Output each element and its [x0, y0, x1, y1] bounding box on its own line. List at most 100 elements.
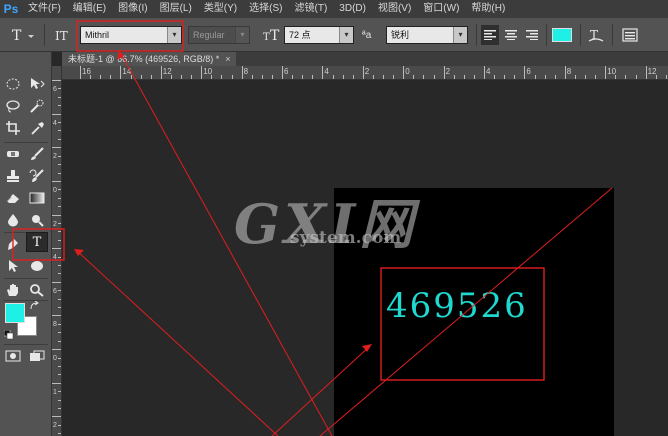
- marquee-icon: [6, 78, 20, 90]
- shape-tool[interactable]: [26, 256, 48, 276]
- character-panel-button[interactable]: [622, 18, 638, 52]
- ruler-tick: [534, 75, 536, 79]
- quick-select-icon: [30, 99, 44, 113]
- ruler-tick: [58, 130, 61, 132]
- ruler-tick: [90, 75, 92, 79]
- ruler-tick: [372, 75, 374, 79]
- ruler-tick: [52, 416, 61, 418]
- ruler-tick: [120, 66, 122, 79]
- dodge-tool[interactable]: [26, 210, 48, 230]
- ruler-tick: [58, 323, 61, 325]
- ruler-tick: [191, 75, 193, 79]
- font-style-value: Regular: [193, 30, 225, 40]
- ruler-tick: [393, 75, 395, 79]
- ruler-tick-label: 8: [53, 321, 57, 329]
- move-icon: [31, 78, 45, 89]
- lasso-icon: [6, 100, 20, 113]
- ruler-tick: [322, 66, 324, 79]
- pen-tool[interactable]: [2, 234, 24, 254]
- zoom-tool[interactable]: [26, 280, 48, 300]
- menu-3d[interactable]: 3D(D): [333, 0, 372, 18]
- menu-view[interactable]: 视图(V): [372, 0, 417, 18]
- gradient-tool[interactable]: [26, 188, 48, 208]
- text-layer-469526[interactable]: 469526: [386, 286, 528, 326]
- font-style-select[interactable]: Regular ▾: [188, 26, 250, 44]
- eraser-tool[interactable]: [2, 188, 24, 208]
- menu-select[interactable]: 选择(S): [243, 0, 288, 18]
- crop-tool[interactable]: [2, 118, 24, 138]
- ruler-tick: [58, 407, 61, 409]
- ruler-tick: [52, 147, 61, 149]
- horizontal-type-tool[interactable]: T: [26, 232, 48, 252]
- crop-icon: [6, 121, 20, 135]
- blur-icon: [8, 214, 18, 227]
- menu-type[interactable]: 类型(Y): [198, 0, 243, 18]
- ruler-tick: [524, 66, 526, 79]
- menu-window[interactable]: 窗口(W): [417, 0, 465, 18]
- antialias-icon: ªa: [362, 29, 372, 41]
- toolbox-divider: [4, 142, 48, 143]
- eyedropper-tool[interactable]: [26, 118, 48, 138]
- ruler-tick: [52, 180, 61, 182]
- ruler-tick: [665, 75, 667, 79]
- ruler-tick: [58, 340, 61, 342]
- path-selection-tool[interactable]: [2, 256, 24, 276]
- document-tab-title: 未标题-1 @ 66.7% (469526, RGB/8) *: [68, 54, 220, 64]
- document-tab[interactable]: 未标题-1 @ 66.7% (469526, RGB/8) * ×: [62, 52, 237, 66]
- ruler-tick: [463, 75, 465, 79]
- ruler-tick: [52, 281, 61, 283]
- hand-icon: [7, 284, 18, 296]
- menu-file[interactable]: 文件(F): [22, 0, 67, 18]
- ruler-tick: [58, 172, 61, 174]
- ruler-tick: [615, 75, 617, 79]
- ruler-tick: [413, 75, 415, 79]
- eyedropper-icon: [31, 122, 44, 135]
- menu-layer[interactable]: 图层(L): [154, 0, 198, 18]
- move-tool[interactable]: [26, 74, 48, 94]
- menu-edit[interactable]: 编辑(E): [67, 0, 112, 18]
- canvas-area[interactable]: 469526 GXI网 system.com: [62, 80, 668, 436]
- warp-text-button[interactable]: T: [588, 18, 604, 52]
- ruler-tick: [58, 433, 61, 435]
- quick-select-tool[interactable]: [26, 96, 48, 116]
- default-colors-icon[interactable]: [3, 329, 14, 343]
- clone-stamp-tool[interactable]: [2, 166, 24, 186]
- ruler-tick-label: 4: [324, 67, 329, 76]
- align-center-button[interactable]: [502, 18, 520, 52]
- quick-mask-button[interactable]: [2, 346, 24, 366]
- toolbox-divider: [4, 300, 48, 301]
- menu-help[interactable]: 帮助(H): [465, 0, 511, 18]
- close-icon[interactable]: ×: [225, 54, 230, 64]
- font-family-select[interactable]: Mithril ▾: [80, 26, 182, 44]
- antialias-select[interactable]: 锐利 ▾: [386, 26, 468, 44]
- menu-image[interactable]: 图像(I): [112, 0, 153, 18]
- text-color-swatch[interactable]: [552, 28, 572, 42]
- quick-mask-icon: [5, 350, 21, 362]
- ruler-tick: [58, 374, 61, 376]
- pen-icon: [8, 239, 18, 250]
- align-right-button[interactable]: [523, 18, 541, 52]
- ruler-tick: [201, 66, 203, 79]
- marquee-tool[interactable]: [2, 74, 24, 94]
- healing-brush-tool[interactable]: [2, 144, 24, 164]
- foreground-color-swatch[interactable]: [5, 303, 25, 323]
- ruler-tick-label: 4: [486, 67, 491, 76]
- hand-tool[interactable]: [2, 280, 24, 300]
- history-brush-tool[interactable]: [26, 166, 48, 186]
- lasso-tool[interactable]: [2, 96, 24, 116]
- font-size-select[interactable]: 72 点 ▾: [284, 26, 354, 44]
- toolbox: T: [0, 52, 52, 436]
- ruler-tick: [473, 75, 475, 79]
- ruler-tick: [52, 248, 61, 250]
- brush-tool[interactable]: [26, 144, 48, 164]
- menu-filter[interactable]: 滤镜(T): [289, 0, 334, 18]
- blur-tool[interactable]: [2, 210, 24, 230]
- swap-colors-icon[interactable]: [29, 300, 41, 314]
- tool-preset-picker[interactable]: T: [10, 18, 36, 52]
- screen-mode-button[interactable]: [26, 346, 48, 366]
- align-left-button[interactable]: [481, 25, 499, 45]
- text-orientation-toggle[interactable]: IT: [54, 18, 72, 52]
- ruler-tick: [433, 75, 435, 79]
- ruler-tick: [383, 75, 384, 79]
- ruler-tick: [58, 222, 61, 224]
